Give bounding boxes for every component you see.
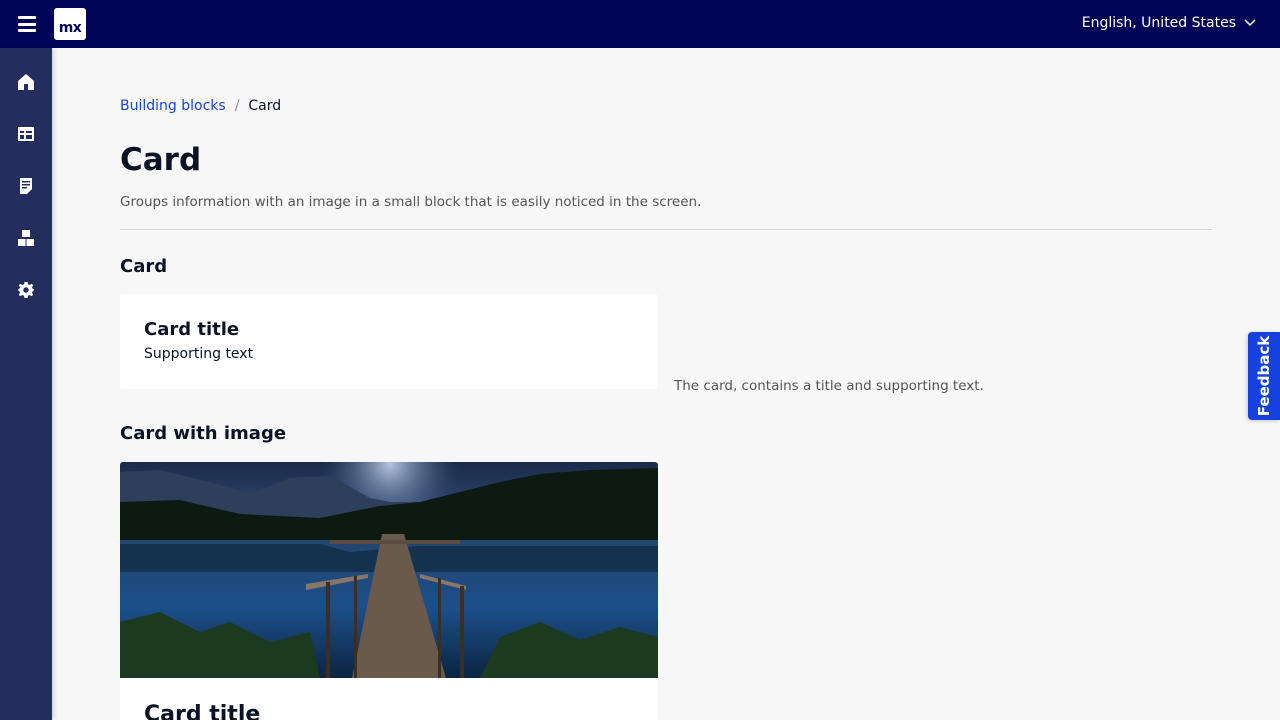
card-title: Card title <box>144 702 261 720</box>
home-icon <box>18 74 34 90</box>
language-label: English, United States <box>1081 15 1236 31</box>
section-title-card-with-image: Card with image <box>120 423 287 444</box>
feedback-button[interactable]: Feedback <box>1248 332 1280 420</box>
breadcrumb-link-building-blocks[interactable]: Building blocks <box>120 98 226 114</box>
sidebar-item-document[interactable] <box>0 160 52 212</box>
sidebar-item-building-blocks[interactable] <box>0 212 52 264</box>
card-title: Card title <box>144 319 240 340</box>
card-supporting-text: Supporting text <box>144 346 254 362</box>
sidebar-item-home[interactable] <box>0 56 52 108</box>
card-description: The card, contains a title and supportin… <box>674 378 984 394</box>
breadcrumb: Building blocks / Card <box>120 98 281 114</box>
top-bar: mx English, United States <box>0 0 1280 48</box>
sidebar-item-table[interactable] <box>0 108 52 160</box>
breadcrumb-current: Card <box>248 98 282 114</box>
page-description: Groups information with an image in a sm… <box>120 194 702 210</box>
chevron-down-icon <box>1244 19 1256 27</box>
app-logo[interactable]: mx <box>54 8 86 40</box>
feedback-label: Feedback <box>1255 335 1273 417</box>
document-icon <box>20 178 32 194</box>
card-with-image: Card title <box>120 462 658 720</box>
sidebar-item-settings[interactable] <box>0 264 52 316</box>
table-icon <box>18 127 34 141</box>
sidebar <box>0 48 52 720</box>
section-title-card: Card <box>120 256 168 277</box>
gear-icon <box>18 282 34 298</box>
card: Card title Supporting text <box>120 294 658 389</box>
page-title: Card <box>120 142 202 178</box>
language-selector[interactable]: English, United States <box>1082 15 1256 31</box>
breadcrumb-separator: / <box>234 98 240 114</box>
lake-pier-night-image <box>120 462 658 678</box>
hamburger-menu-icon[interactable] <box>18 16 36 32</box>
divider <box>120 229 1212 230</box>
building-blocks-icon <box>18 230 34 246</box>
